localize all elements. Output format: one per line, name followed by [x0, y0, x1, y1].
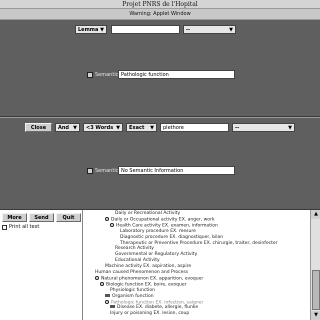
tree-item-label: Organism function — [112, 293, 154, 299]
semantic-field-mid[interactable]: No Semantic Information — [118, 166, 235, 175]
tree-item-label: Human caused Phenomenon and Process — [95, 270, 189, 275]
folder-icon — [110, 305, 115, 309]
scroll-down-arrow[interactable]: ▼ — [311, 311, 320, 320]
distance-dropdown[interactable]: <3 Words ▼ — [83, 123, 123, 132]
tree-item[interactable]: Governmental or Regulatory Activity — [115, 252, 197, 257]
tree-item[interactable]: Machine activity EX. aspiration, aspire — [105, 264, 191, 269]
scroll-thumb[interactable] — [312, 270, 320, 310]
print-all-checkbox[interactable] — [2, 225, 7, 230]
right-dropdown-mid-value: -- — [235, 125, 240, 131]
tree-item-label: Research Activity — [115, 246, 154, 252]
tree-item[interactable]: Biologic function EX. boire, evoquer — [100, 281, 187, 288]
tree-item[interactable]: Disease EX. diabete, allergie, flunke — [110, 305, 198, 310]
match-dropdown-value: Exact — [129, 125, 145, 131]
semantic-checkbox-mid[interactable] — [87, 168, 93, 174]
semantic-checkbox-top[interactable] — [87, 72, 93, 78]
tree-item[interactable]: Therapeutic or Preventive Procedure EX. … — [120, 241, 277, 246]
right-dropdown-mid[interactable]: -- ▼ — [232, 123, 295, 132]
search-text-field-mid[interactable]: plethore — [160, 123, 229, 132]
more-button[interactable]: More — [2, 213, 27, 222]
semantic-tree[interactable]: Daily or Recreational Activity Daily or O… — [84, 210, 310, 320]
tree-item[interactable]: Daily or Occupational activity EX. anger… — [105, 216, 215, 223]
tree-item[interactable]: Physiologic function — [110, 288, 155, 293]
tree-item-label: Natural phenomenon EX. apparition, evoqu… — [101, 276, 204, 282]
tree-item-label: Disease EX. diabete, allergie, flunke — [117, 305, 199, 311]
tree-item-label: Educational Activity — [115, 258, 160, 264]
tree-item-label: Injury or poisoning EX. lesion, coup — [110, 311, 190, 317]
send-button[interactable]: Send — [29, 213, 54, 222]
tree-item-label: Governmental or Regulatory Activity — [115, 252, 198, 258]
tree-item[interactable]: Educational Activity — [115, 258, 160, 263]
applet-warning: Warning: Applet Window — [0, 10, 320, 18]
tree-node-icon[interactable] — [100, 281, 104, 286]
operator-dropdown-value: And — [58, 125, 70, 131]
type-dropdown-value: Lemma — [78, 27, 99, 33]
vertical-scrollbar[interactable]: ▲ ▼ — [310, 210, 320, 320]
chevron-down-icon: ▼ — [100, 27, 104, 33]
type-dropdown[interactable]: Lemma ▼ — [75, 25, 107, 34]
tree-item[interactable]: Diagnostic procedure EX. diagnostiquer, … — [120, 235, 223, 240]
tree-item-label: Health Care activity EX. examen, informa… — [116, 223, 218, 229]
tree-item[interactable]: Health Care activity EX. examen, informa… — [110, 222, 218, 229]
tree-node-icon[interactable] — [105, 299, 109, 304]
tree-item[interactable]: Human caused Phenomenon and Process — [95, 270, 188, 275]
semantic-checkbox-mid-label: Semantic — [95, 168, 119, 174]
tree-item-label: Diagnostic procedure EX. diagnostiquer, … — [120, 234, 224, 240]
right-dropdown-top[interactable]: -- ▼ — [183, 25, 236, 34]
close-button[interactable]: Close — [25, 123, 52, 132]
tree-item-label: Physiologic function — [110, 287, 155, 293]
action-pane: More Send Quit Print all text — [0, 210, 83, 320]
operator-dropdown[interactable]: And ▼ — [55, 123, 80, 132]
tree-item[interactable]: Daily or Recreational Activity — [115, 211, 180, 216]
search-panel-mid: Close And ▼ <3 Words ▼ Exact ▼ plethore … — [0, 117, 320, 210]
folder-icon — [105, 293, 110, 297]
tree-item[interactable]: Research Activity — [115, 246, 154, 251]
print-all-label: Print all text — [9, 224, 40, 230]
search-text-field[interactable] — [111, 25, 180, 34]
chevron-down-icon: ▼ — [150, 125, 154, 131]
tree-item[interactable]: Organism function — [105, 293, 154, 299]
match-dropdown[interactable]: Exact ▼ — [126, 123, 157, 132]
tree-item-label: Daily or Occupational activity EX. anger… — [111, 217, 215, 223]
quit-button[interactable]: Quit — [56, 213, 81, 222]
chevron-down-icon: ▼ — [73, 125, 77, 131]
tree-node-icon[interactable] — [110, 222, 114, 227]
applet-window: Projet PNRS de l'Hopital Warning: Applet… — [0, 0, 320, 320]
search-panel-top: Lemma ▼ -- ▼ Semantic Pathologic functio… — [0, 19, 320, 117]
results-area: More Send Quit Print all text Daily or R… — [0, 210, 320, 320]
tree-item[interactable]: Injury or poisoning EX. lesion, coup — [110, 311, 189, 316]
semantic-checkbox-top-label: Semantic — [95, 72, 119, 78]
distance-dropdown-value: <3 Words — [86, 125, 114, 131]
tree-item-label: Therapeutic or Preventive Procedure EX. … — [120, 240, 278, 246]
window-title: Projet PNRS de l'Hopital — [0, 0, 320, 9]
tree-item[interactable]: Laboratory procedure EX. mesure — [120, 229, 196, 234]
tree-item-label: Daily or Recreational Activity — [115, 211, 181, 216]
chevron-down-icon: ▼ — [288, 125, 292, 131]
chevron-down-icon: ▼ — [116, 125, 120, 131]
tree-item-label: Machine activity EX. aspiration, aspire — [105, 264, 192, 270]
semantic-field-top[interactable]: Pathologic function — [118, 70, 235, 79]
tree-node-icon[interactable] — [105, 216, 109, 221]
tree-node-icon[interactable] — [95, 275, 99, 280]
chevron-down-icon: ▼ — [229, 27, 233, 33]
tree-item-label: Biologic function EX. boire, evoquer — [106, 282, 187, 288]
right-dropdown-top-value: -- — [186, 27, 191, 33]
scroll-up-arrow[interactable]: ▲ — [311, 210, 320, 219]
tree-item-label: Laboratory procedure EX. mesure — [120, 228, 196, 234]
tree-item[interactable]: Natural phenomenon EX. apparition, evoqu… — [95, 275, 204, 282]
